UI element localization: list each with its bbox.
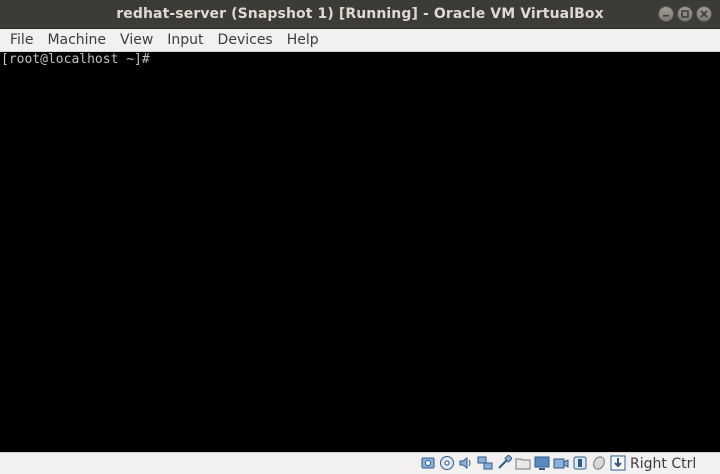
console-prompt: [root@localhost ~]#	[1, 52, 150, 67]
close-button[interactable]	[696, 6, 712, 22]
menu-bar: File Machine View Input Devices Help	[0, 29, 720, 52]
video-capture-icon[interactable]	[553, 455, 569, 471]
keyboard-capture-icon[interactable]	[610, 455, 626, 471]
title-bar[interactable]: redhat-server (Snapshot 1) [Running] - O…	[0, 0, 720, 29]
status-icons	[420, 455, 626, 471]
close-icon	[700, 10, 708, 18]
menu-input[interactable]: Input	[160, 29, 210, 51]
menu-devices[interactable]: Devices	[211, 29, 280, 51]
menu-machine[interactable]: Machine	[40, 29, 113, 51]
host-key-label: Right Ctrl	[630, 456, 697, 472]
vm-display[interactable]: [root@localhost ~]#	[0, 52, 720, 452]
minimize-button[interactable]	[658, 6, 674, 22]
mouse-integration-icon[interactable]	[591, 455, 607, 471]
hard-disk-icon[interactable]	[420, 455, 436, 471]
maximize-button[interactable]	[677, 6, 693, 22]
shared-folders-icon[interactable]	[515, 455, 531, 471]
window-controls	[658, 6, 712, 22]
menu-file[interactable]: File	[3, 29, 40, 51]
display-icon[interactable]	[534, 455, 550, 471]
maximize-icon	[681, 10, 689, 18]
virtualbox-window: redhat-server (Snapshot 1) [Running] - O…	[0, 0, 720, 474]
vrde-icon[interactable]	[572, 455, 588, 471]
status-bar: Right Ctrl	[0, 452, 720, 474]
optical-drive-icon[interactable]	[439, 455, 455, 471]
audio-icon[interactable]	[458, 455, 474, 471]
minimize-icon	[663, 15, 669, 17]
window-title: redhat-server (Snapshot 1) [Running] - O…	[116, 6, 604, 22]
menu-help[interactable]: Help	[280, 29, 326, 51]
network-icon[interactable]	[477, 455, 493, 471]
menu-view[interactable]: View	[113, 29, 160, 51]
usb-icon[interactable]	[496, 455, 512, 471]
